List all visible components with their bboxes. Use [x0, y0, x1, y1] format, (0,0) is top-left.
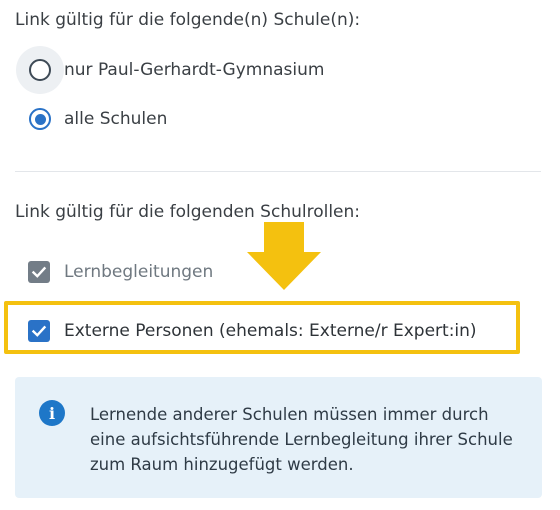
checkbox-label-learning-guides: Lernbegleitungen	[64, 262, 214, 282]
schools-heading: Link gültig für die folgende(n) Schule(n…	[15, 10, 361, 30]
share-link-settings: Link gültig für die folgende(n) Schule(n…	[0, 0, 560, 510]
section-divider	[15, 171, 541, 172]
radio-focus-halo	[16, 46, 64, 94]
info-alert: i Lernende anderer Schulen müssen immer …	[15, 377, 542, 498]
radio-option-all-schools[interactable]: alle Schulen	[16, 95, 167, 143]
radio-option-single-school[interactable]: nur Paul-Gerhardt-Gymnasium	[16, 46, 324, 94]
highlight-annotation-box	[4, 301, 520, 354]
roles-heading: Link gültig für die folgenden Schulrolle…	[15, 202, 361, 222]
checkbox-option-learning-guides[interactable]: Lernbegleitungen	[28, 257, 213, 287]
info-icon: i	[39, 400, 65, 426]
info-alert-text: Lernende anderer Schulen müssen immer du…	[90, 405, 513, 474]
checkbox-disabled-checked[interactable]	[28, 261, 50, 283]
radio-selected-dot	[34, 113, 46, 125]
radio-label-single-school: nur Paul-Gerhardt-Gymnasium	[64, 60, 325, 80]
down-arrow-annotation-icon	[247, 222, 321, 290]
checkmark-icon	[31, 266, 47, 278]
radio-focus-halo	[16, 95, 64, 143]
radio-button-unchecked[interactable]	[29, 59, 51, 81]
radio-button-checked[interactable]	[29, 108, 51, 130]
radio-label-all-schools: alle Schulen	[64, 109, 168, 129]
